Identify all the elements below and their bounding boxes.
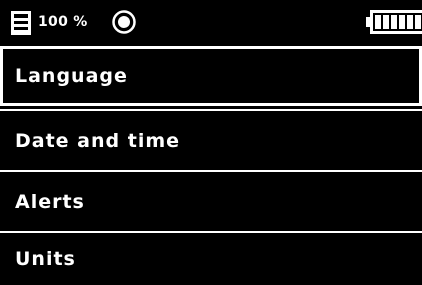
settings-menu: Language Date and time Alerts Units [0, 44, 422, 285]
menu-item-units[interactable]: Units [0, 233, 422, 285]
sd-card-icon [11, 11, 31, 35]
record-icon [112, 10, 136, 34]
menu-item-label: Date and time [15, 129, 181, 152]
menu-item-alerts[interactable]: Alerts [0, 172, 422, 231]
zoom-level: 100 % [38, 14, 88, 30]
menu-item-label: Alerts [15, 190, 85, 213]
menu-item-language[interactable]: Language [0, 46, 422, 106]
battery-full-icon [366, 10, 422, 34]
status-bar: 100 % [0, 0, 422, 44]
menu-item-label: Units [15, 248, 76, 270]
menu-item-label: Language [15, 65, 128, 87]
menu-item-date-and-time[interactable]: Date and time [0, 111, 422, 170]
